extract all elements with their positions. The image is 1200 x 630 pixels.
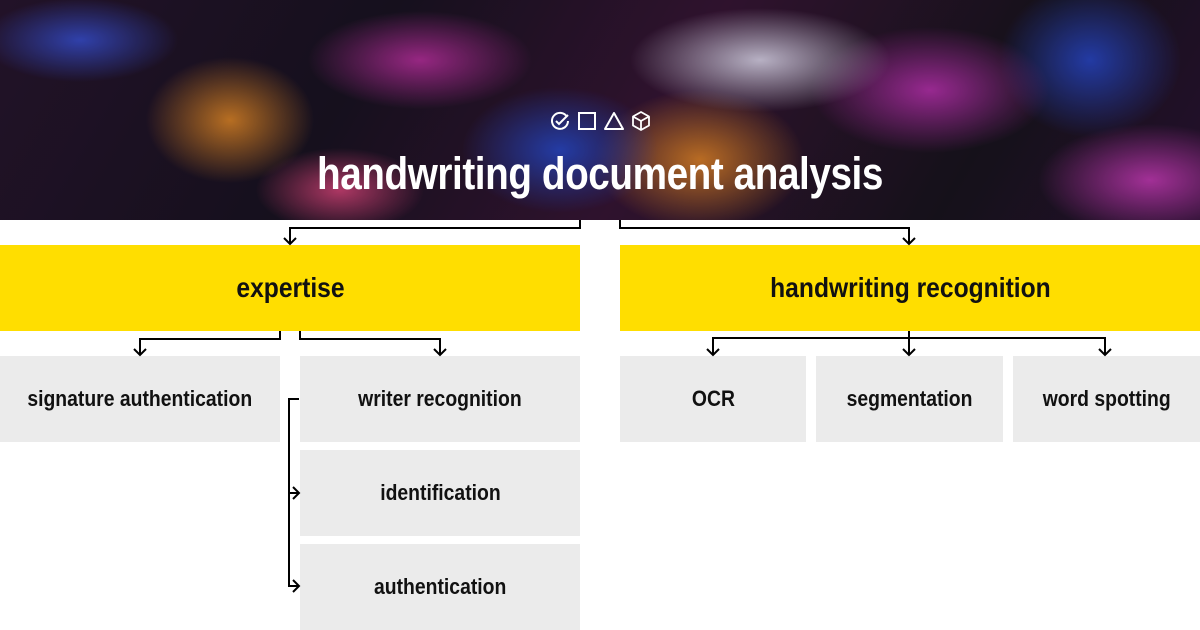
connector-hr-children xyxy=(712,331,1106,355)
arrowhead-icon xyxy=(706,348,720,357)
check-circle-icon xyxy=(549,110,571,132)
arrowhead-icon xyxy=(902,237,916,246)
node-ocr: OCR xyxy=(620,356,806,442)
arrowhead-icon xyxy=(283,237,297,246)
arrowhead-icon xyxy=(1098,348,1112,357)
header-icon-row xyxy=(549,110,653,132)
node-identification: identification xyxy=(300,450,580,536)
triangle-icon xyxy=(603,110,625,132)
arrowhead-icon xyxy=(292,486,301,500)
square-icon xyxy=(576,110,598,132)
connector-title-handwriting-recognition xyxy=(619,220,910,244)
node-signature-authentication: signature authentication xyxy=(0,356,280,442)
arrowhead-icon xyxy=(133,348,147,357)
connector-expertise-signature xyxy=(139,331,281,355)
node-word-spotting: word spotting xyxy=(1013,356,1200,442)
header-banner: handwriting document analysis xyxy=(0,0,1200,220)
connector-writer-children xyxy=(288,398,299,587)
arrowhead-icon xyxy=(292,579,301,593)
page-title: handwriting document analysis xyxy=(317,148,883,199)
cube-icon xyxy=(630,110,652,132)
category-expertise: expertise xyxy=(0,245,580,331)
arrowhead-icon xyxy=(433,348,447,357)
connector-expertise-writer xyxy=(299,331,441,355)
arrowhead-icon xyxy=(902,348,916,357)
node-authentication: authentication xyxy=(300,544,580,630)
category-handwriting-recognition: handwriting recognition xyxy=(620,245,1200,331)
node-writer-recognition: writer recognition xyxy=(300,356,580,442)
node-segmentation: segmentation xyxy=(816,356,1003,442)
connector-title-expertise xyxy=(289,220,581,244)
